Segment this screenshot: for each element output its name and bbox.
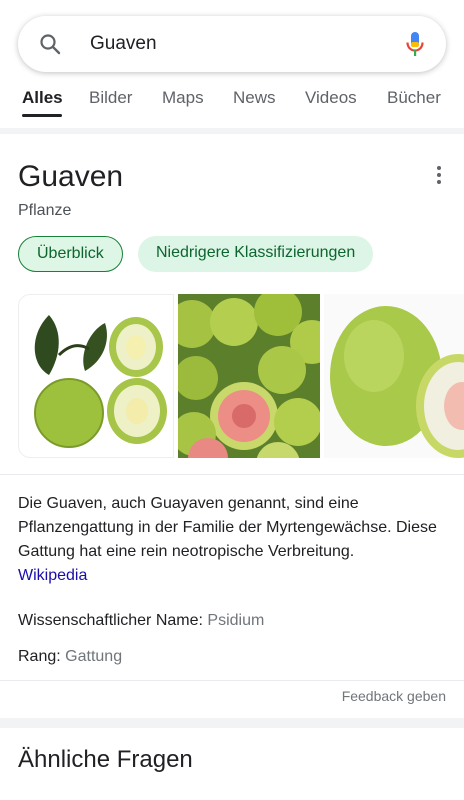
fact-value[interactable]: Gattung [65,648,122,665]
tab-maps[interactable]: Maps [162,88,204,108]
knowledge-panel: Guaven Pflanze Überblick Niedrigere Klas… [0,134,464,718]
tab-videos[interactable]: Videos [305,88,357,108]
guava-image-leaves[interactable] [18,294,174,458]
fact-label: Wissenschaftlicher Name: [18,612,203,629]
fact-rank: Rang: Gattung [18,648,122,666]
guava-image-pile[interactable] [178,294,320,458]
fact-label: Rang: [18,648,61,665]
tab-buecher[interactable]: Bücher [387,88,441,108]
guava-image-halves[interactable] [324,294,464,458]
tab-news[interactable]: News [233,88,276,108]
search-icon[interactable] [38,32,62,56]
panel-divider [0,680,464,681]
panel-description: Die Guaven, auch Guayaven genannt, sind … [18,492,448,588]
image-carousel[interactable] [18,294,464,458]
search-bar[interactable]: Guaven [18,16,446,72]
panel-divider [0,474,464,475]
related-questions-card: Ähnliche Fragen [0,728,464,800]
feedback-link[interactable]: Feedback geben [342,688,446,704]
chip-ueberblick[interactable]: Überblick [18,236,123,272]
search-input[interactable]: Guaven [90,33,157,55]
more-vert-icon[interactable] [436,166,442,184]
related-questions-title: Ähnliche Fragen [18,746,193,773]
tab-bilder[interactable]: Bilder [89,88,132,108]
fact-scientific-name: Wissenschaftlicher Name: Psidium [18,612,264,630]
panel-title: Guaven [18,160,124,193]
search-header: Guaven Alles Bilder Maps News Videos Büc… [0,0,464,128]
tab-alles[interactable]: Alles [22,88,63,108]
search-tabs: Alles Bilder Maps News Videos Bücher [0,84,464,120]
microphone-icon[interactable] [404,31,426,57]
description-text: Die Guaven, auch Guayaven genannt, sind … [18,495,437,560]
chip-niedrigere-klassifizierungen[interactable]: Niedrigere Klassifizierungen [138,236,374,272]
fact-value[interactable]: Psidium [207,612,264,629]
active-tab-indicator [22,114,62,117]
wikipedia-link[interactable]: Wikipedia [18,567,87,584]
panel-subtitle: Pflanze [18,202,72,219]
